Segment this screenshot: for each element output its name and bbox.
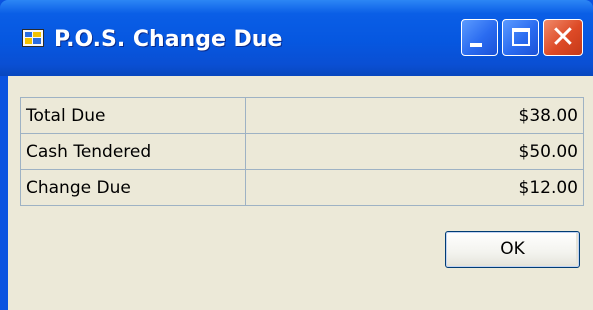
change-due-value: $12.00: [245, 169, 584, 206]
app-icon: [22, 29, 44, 47]
amounts-table: Total Due $38.00 Cash Tendered $50.00 Ch…: [20, 97, 584, 206]
close-button[interactable]: ✕: [543, 19, 583, 56]
table-row: Change Due $12.00: [20, 169, 584, 206]
change-due-label: Change Due: [20, 169, 246, 206]
cash-tendered-label: Cash Tendered: [20, 133, 246, 170]
dialog-body: Total Due $38.00 Cash Tendered $50.00 Ch…: [8, 76, 593, 310]
minimize-icon: [470, 43, 482, 47]
table-row: Cash Tendered $50.00: [20, 133, 584, 170]
change-due-dialog: P.O.S. Change Due ✕ Total Due $38.00 Cas…: [0, 0, 593, 310]
close-icon: ✕: [550, 20, 576, 55]
minimize-button[interactable]: [461, 19, 498, 56]
cash-tendered-value: $50.00: [245, 133, 584, 170]
title-bar[interactable]: P.O.S. Change Due ✕: [0, 0, 593, 76]
window-title: P.O.S. Change Due: [54, 27, 283, 52]
total-due-value: $38.00: [245, 97, 584, 134]
total-due-label: Total Due: [20, 97, 246, 134]
table-row: Total Due $38.00: [20, 97, 584, 134]
maximize-button[interactable]: [502, 19, 539, 56]
ok-button[interactable]: OK: [445, 231, 580, 268]
maximize-icon: [512, 28, 530, 46]
